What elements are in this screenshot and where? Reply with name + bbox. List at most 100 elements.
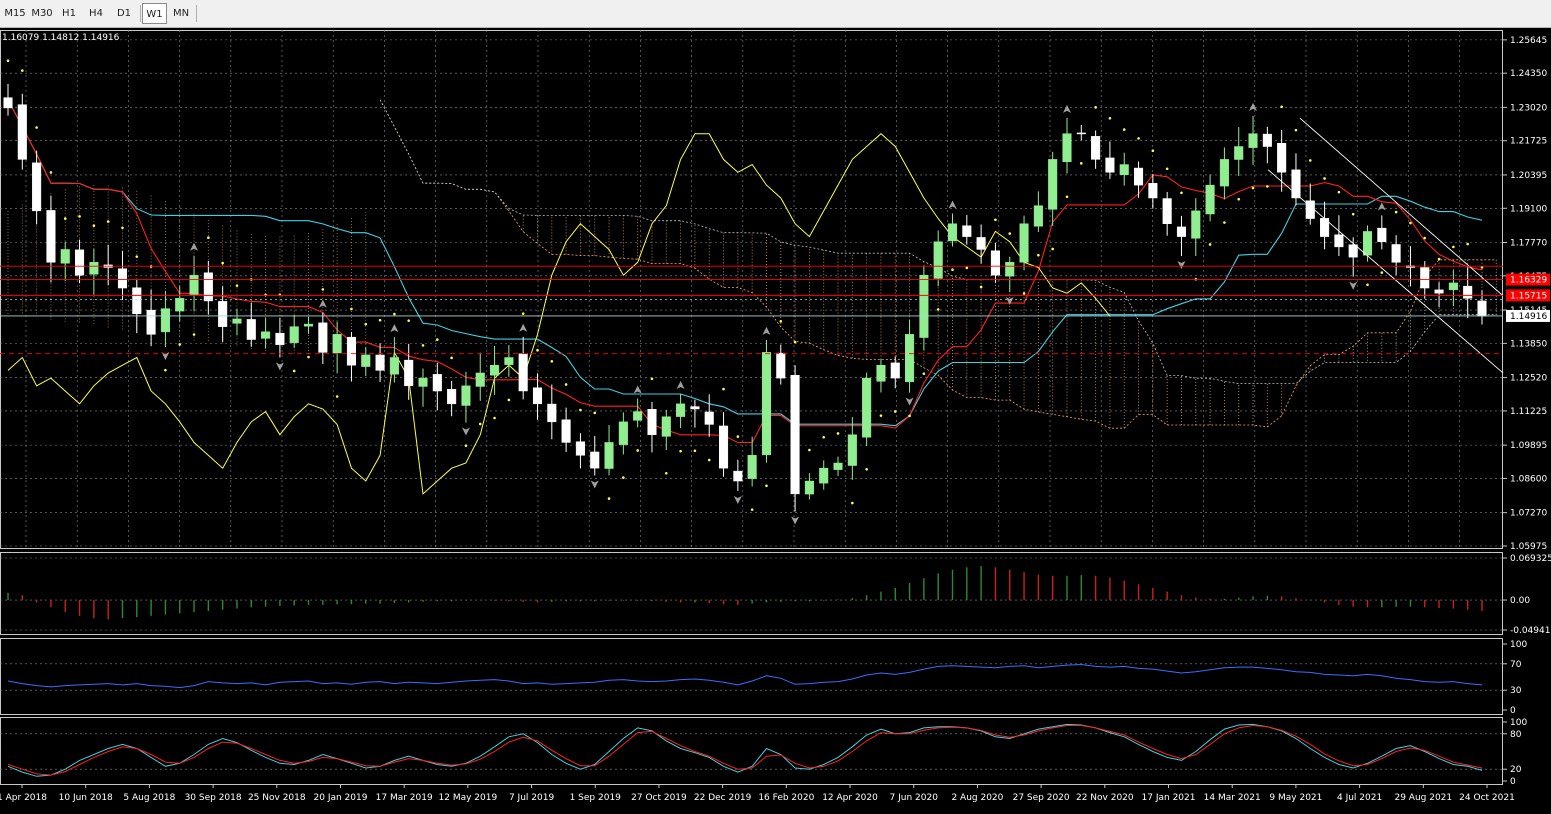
price-axis-label: 1.19100 bbox=[1510, 204, 1547, 214]
candle-body bbox=[189, 274, 199, 295]
parabolic-sar-dot bbox=[1022, 292, 1026, 295]
candle-body bbox=[1448, 282, 1458, 291]
price-axis-label: 1.08600 bbox=[1510, 474, 1547, 484]
toolbar-separator bbox=[140, 5, 141, 22]
time-axis-label: 7 Jun 2020 bbox=[890, 793, 939, 803]
candle-body bbox=[1277, 142, 1287, 173]
price-axis-label: 1.21725 bbox=[1510, 137, 1547, 147]
parabolic-sar-dot bbox=[679, 449, 682, 453]
timeframe-h1-button[interactable]: H1 bbox=[56, 3, 82, 24]
candle-body bbox=[547, 403, 557, 423]
timeframe-m15-button[interactable]: M15 bbox=[2, 3, 28, 24]
candle-body bbox=[1377, 227, 1387, 242]
time-axis-label: 27 Oct 2019 bbox=[631, 793, 687, 803]
candle-body bbox=[447, 388, 457, 405]
parabolic-sar-dot bbox=[1437, 257, 1441, 261]
parabolic-sar-dot bbox=[1051, 247, 1054, 251]
candle-body bbox=[117, 268, 128, 289]
macd-axis-label: 0.00 bbox=[1510, 596, 1530, 606]
parabolic-sar-dot bbox=[879, 414, 883, 417]
price-tag-label: 1.16329 bbox=[1510, 276, 1547, 286]
candle-body bbox=[232, 318, 242, 324]
price-axis-label: 1.20395 bbox=[1510, 171, 1547, 181]
timeframe-w1-button[interactable]: W1 bbox=[142, 3, 167, 24]
time-axis-label: 12 Apr 2020 bbox=[822, 793, 878, 803]
parabolic-sar-dot bbox=[808, 448, 811, 452]
parabolic-sar-dot bbox=[1180, 191, 1183, 195]
parabolic-sar-dot bbox=[307, 355, 310, 359]
parabolic-sar-dot bbox=[393, 312, 396, 316]
timeframe-d1-button[interactable]: D1 bbox=[110, 3, 138, 24]
candle-body bbox=[275, 332, 285, 345]
time-axis-label: 17 Mar 2019 bbox=[376, 793, 433, 803]
chart-svg[interactable]: 0.069325 0.00 -0.049419 100 70 30 0 100 80 20 0 1.… bbox=[0, 28, 1551, 810]
candle-body bbox=[790, 374, 800, 495]
time-axis-label: 1 Apr 2018 bbox=[0, 793, 47, 803]
rsi-axis-label: 70 bbox=[1510, 660, 1522, 670]
parabolic-sar-dot bbox=[1466, 242, 1469, 246]
candle-body bbox=[160, 308, 170, 333]
parabolic-sar-dot bbox=[1266, 185, 1269, 188]
candle-body bbox=[833, 462, 843, 470]
parabolic-sar-dot bbox=[1452, 245, 1455, 249]
parabolic-sar-dot bbox=[1294, 128, 1298, 132]
candle-body bbox=[575, 441, 585, 456]
parabolic-sar-dot bbox=[1122, 128, 1126, 131]
candle-body bbox=[604, 442, 614, 469]
chart-area[interactable]: 0.069325 0.00 -0.049419 100 70 30 0 100 80 20 0 1.… bbox=[0, 28, 1551, 810]
parabolic-sar-dot bbox=[1323, 177, 1326, 180]
candle-body bbox=[647, 409, 657, 435]
parabolic-sar-dot bbox=[650, 377, 654, 381]
parabolic-sar-dot bbox=[736, 435, 740, 438]
time-axis-label: 22 Dec 2019 bbox=[694, 793, 752, 803]
timeframe-m30-button[interactable]: M30 bbox=[29, 3, 55, 24]
timeframe-mn-button[interactable]: MN bbox=[168, 3, 194, 24]
parabolic-sar-dot bbox=[235, 284, 239, 287]
parabolic-sar-dot bbox=[664, 471, 668, 475]
parabolic-sar-dot bbox=[464, 444, 468, 447]
price-axis-label: 1.13850 bbox=[1510, 339, 1547, 349]
candle-body bbox=[1076, 132, 1086, 135]
candle-body bbox=[1420, 267, 1430, 289]
candle-body bbox=[1362, 231, 1373, 256]
candle-body bbox=[761, 352, 772, 456]
candle-body bbox=[504, 357, 514, 365]
candle-body bbox=[962, 225, 972, 237]
candle-body bbox=[905, 334, 915, 383]
candle-body bbox=[246, 319, 256, 340]
candle-body bbox=[3, 97, 13, 109]
candle-body bbox=[862, 377, 872, 438]
parabolic-sar-dot bbox=[121, 226, 124, 230]
timeframe-h4-button[interactable]: H4 bbox=[83, 3, 109, 24]
parabolic-sar-dot bbox=[1008, 232, 1012, 235]
parabolic-sar-dot bbox=[1065, 195, 1069, 199]
candle-body bbox=[175, 298, 185, 312]
candle-body bbox=[1248, 133, 1258, 148]
candle-body bbox=[561, 419, 571, 443]
price-axis-label: 1.09895 bbox=[1510, 441, 1547, 451]
price-axis-label: 1.23020 bbox=[1510, 103, 1547, 113]
parabolic-sar-dot bbox=[350, 307, 353, 311]
candle-body bbox=[661, 416, 671, 437]
candle-body bbox=[203, 272, 213, 302]
parabolic-sar-dot bbox=[994, 218, 997, 222]
time-axis-label: 27 Sep 2020 bbox=[1013, 793, 1070, 803]
time-axis-label: 5 Aug 2018 bbox=[123, 793, 175, 803]
parabolic-sar-dot bbox=[1165, 167, 1169, 171]
parabolic-sar-dot bbox=[607, 497, 611, 500]
parabolic-sar-dot bbox=[1423, 236, 1427, 240]
candle-body bbox=[490, 364, 500, 376]
candle-body bbox=[75, 249, 85, 276]
parabolic-sar-dot bbox=[793, 340, 797, 344]
time-axis-label: 14 Mar 2021 bbox=[1204, 793, 1261, 803]
parabolic-sar-dot bbox=[822, 435, 826, 439]
time-axis-label: 7 Jul 2019 bbox=[509, 793, 554, 803]
parabolic-sar-dot bbox=[579, 408, 582, 412]
parabolic-sar-dot bbox=[78, 215, 81, 218]
parabolic-sar-dot bbox=[1223, 221, 1226, 224]
parabolic-sar-dot bbox=[636, 449, 639, 452]
candle-body bbox=[17, 104, 27, 160]
candle-body bbox=[89, 262, 99, 275]
price-axis-label: 1.24350 bbox=[1510, 69, 1547, 79]
parabolic-sar-dot bbox=[1351, 212, 1355, 216]
